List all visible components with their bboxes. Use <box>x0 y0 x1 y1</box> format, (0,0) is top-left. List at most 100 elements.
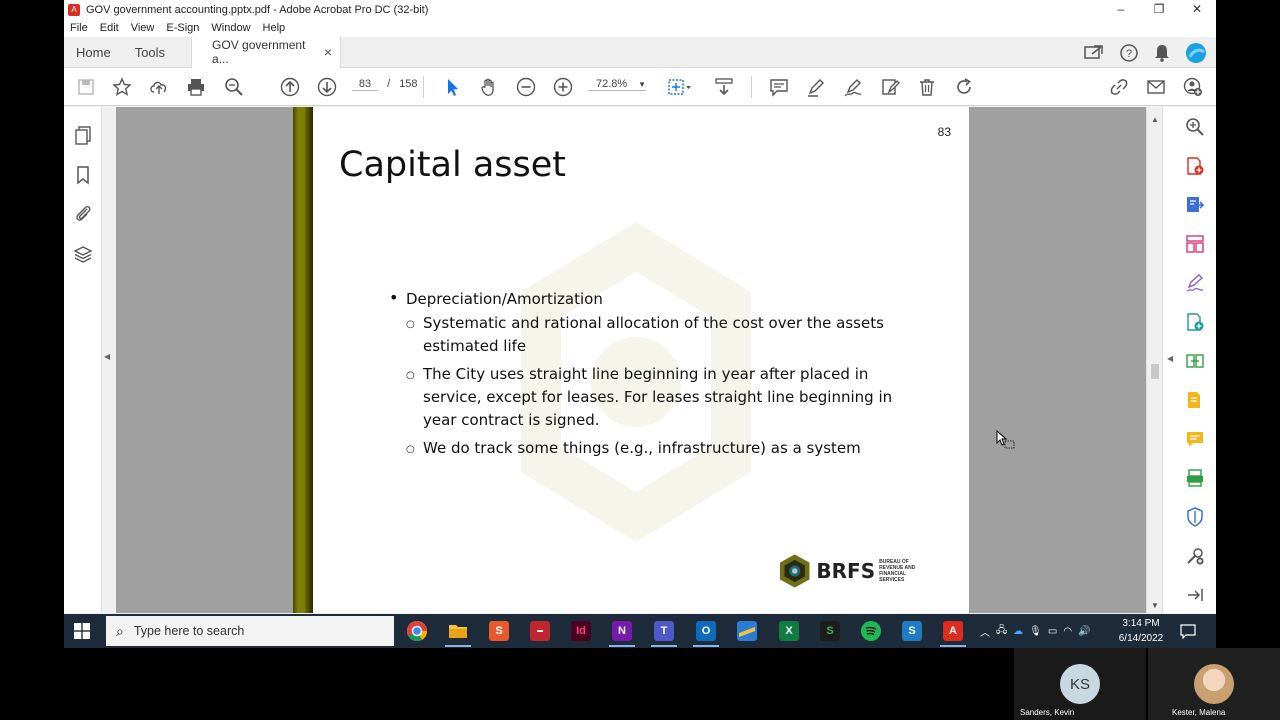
menu-file[interactable]: File <box>64 22 94 34</box>
tab-row-actions: ? <box>1084 37 1206 68</box>
zoom-search-icon[interactable] <box>224 77 244 97</box>
comment-icon[interactable] <box>769 77 789 97</box>
taskbar-clock[interactable]: 3:14 PM 6/14/2022 <box>1116 616 1166 646</box>
snagit-app-icon[interactable]: S <box>489 621 509 641</box>
edit-pdf-icon[interactable] <box>1185 312 1205 332</box>
share-screen-icon[interactable] <box>1084 44 1104 62</box>
bookmark-star-icon[interactable] <box>112 77 132 97</box>
total-pages: 158 <box>399 78 418 90</box>
wifi-icon[interactable]: ◠ <box>1063 626 1072 637</box>
skype-app-icon[interactable]: S <box>902 621 922 641</box>
active-app-indicator <box>651 645 677 647</box>
menu-esign[interactable]: E-Sign <box>160 22 205 34</box>
scroll-up-icon[interactable]: ▲ <box>1151 115 1159 124</box>
indesign-app-icon[interactable]: Id <box>571 621 591 641</box>
collapse-left-pane-icon[interactable]: ◀ <box>104 352 110 361</box>
tab-document[interactable]: GOV government a... × <box>191 36 342 68</box>
attachments-paperclip-icon[interactable] <box>73 203 93 223</box>
draw-sign-icon[interactable] <box>843 77 863 97</box>
page-thumbnails-icon[interactable] <box>73 125 93 145</box>
chrome-app-icon[interactable] <box>407 621 427 641</box>
excel-app-icon[interactable]: X <box>779 621 799 641</box>
acrobat-taskbar-icon[interactable]: A <box>943 621 963 641</box>
active-app-indicator <box>940 645 966 647</box>
zoom-in-icon[interactable] <box>553 77 573 97</box>
scroll-mode-icon[interactable] <box>714 77 734 97</box>
action-center-icon[interactable] <box>1180 623 1196 640</box>
add-user-icon[interactable] <box>1183 77 1203 97</box>
menu-view[interactable]: View <box>125 22 161 34</box>
spotify-app-icon[interactable] <box>861 621 881 641</box>
search-zoom-icon[interactable] <box>1185 117 1205 137</box>
tab-tools[interactable]: Tools <box>123 37 177 68</box>
more-tools-icon[interactable] <box>1185 546 1205 566</box>
participant-tile[interactable]: Kester, Malena <box>1148 648 1280 720</box>
window-controls: – ❐ ✕ <box>1102 0 1216 19</box>
tray-network-drive-icon[interactable]: 🖧 <box>996 623 1007 640</box>
current-page-input[interactable]: 83 <box>352 78 378 91</box>
organize-pages-icon[interactable] <box>1185 234 1205 254</box>
create-pdf-icon[interactable] <box>1185 156 1205 176</box>
onenote-app-icon[interactable]: N <box>612 621 632 641</box>
fit-page-icon[interactable] <box>667 77 691 97</box>
delete-trash-icon[interactable] <box>917 77 937 97</box>
close-tab-icon[interactable]: × <box>324 44 332 60</box>
volume-icon[interactable]: 🔊 <box>1078 626 1090 637</box>
protect-shield-icon[interactable] <box>1185 507 1205 527</box>
account-avatar-icon[interactable] <box>1186 42 1206 63</box>
fill-sign-icon[interactable] <box>1185 273 1205 293</box>
expand-pane-icon[interactable] <box>1185 585 1205 605</box>
export-pdf-icon[interactable] <box>1185 195 1205 215</box>
adobe-reader-app-icon[interactable]: ▬ <box>530 621 550 641</box>
protect-pdf-icon[interactable] <box>1185 390 1205 410</box>
scrollbar-thumb[interactable] <box>1151 364 1159 379</box>
slide-title: Capital asset <box>339 145 567 185</box>
microphone-icon[interactable]: 🎙 <box>1029 626 1042 637</box>
teams-app-icon[interactable]: T <box>654 621 674 641</box>
participant-tile[interactable]: KS Sanders, Kevin <box>1014 648 1146 720</box>
tableau-app-icon[interactable] <box>737 621 757 641</box>
email-icon[interactable] <box>1146 77 1166 97</box>
link-edit-icon[interactable] <box>1109 77 1129 97</box>
sage-app-icon[interactable]: S <box>820 621 840 641</box>
battery-icon[interactable]: ▭ <box>1048 626 1057 637</box>
windows-start-icon[interactable] <box>74 623 90 639</box>
next-page-icon[interactable] <box>317 77 337 97</box>
outlook-app-icon[interactable]: O <box>696 621 716 641</box>
minimize-button[interactable]: – <box>1102 0 1140 19</box>
vertical-scrollbar[interactable]: ▲ ▼ <box>1146 107 1162 613</box>
active-app-indicator <box>693 645 719 647</box>
edit-sign-icon[interactable] <box>880 77 900 97</box>
zoom-level-select[interactable]: 72.8% ▼ <box>588 78 646 91</box>
rotate-icon[interactable] <box>954 77 974 97</box>
menu-edit[interactable]: Edit <box>94 22 125 34</box>
scan-ocr-icon[interactable] <box>1185 468 1205 488</box>
onedrive-cloud-icon[interactable]: ☁ <box>1013 626 1023 637</box>
zoom-out-icon[interactable] <box>516 77 536 97</box>
upload-cloud-icon[interactable] <box>149 77 169 97</box>
print-icon[interactable] <box>186 77 206 97</box>
taskbar-search-input[interactable]: ⌕ Type here to search <box>106 616 394 646</box>
save-icon[interactable] <box>76 77 96 97</box>
layers-icon[interactable] <box>73 244 93 264</box>
notification-bell-icon[interactable] <box>1154 44 1170 62</box>
restore-button[interactable]: ❐ <box>1140 0 1178 19</box>
bookmarks-icon[interactable] <box>73 165 93 185</box>
combine-files-icon[interactable] <box>1185 351 1205 371</box>
previous-page-icon[interactable] <box>280 77 300 97</box>
tray-chevron-up-icon[interactable]: ︿ <box>980 624 990 639</box>
document-viewport[interactable]: 83 Capital asset Depreciation/Amortizati… <box>116 107 1146 613</box>
menu-help[interactable]: Help <box>257 22 292 34</box>
window-title: GOV government accounting.pptx.pdf - Ado… <box>86 3 429 16</box>
comment-tool-icon[interactable] <box>1185 429 1205 449</box>
hand-tool-icon[interactable] <box>479 77 499 97</box>
file-explorer-icon[interactable] <box>448 621 468 641</box>
scroll-down-icon[interactable]: ▼ <box>1151 601 1159 610</box>
select-cursor-icon[interactable] <box>442 77 462 97</box>
tab-home[interactable]: Home <box>64 37 123 68</box>
highlight-pen-icon[interactable] <box>806 77 826 97</box>
close-window-button[interactable]: ✕ <box>1178 0 1216 19</box>
collapse-right-pane-icon[interactable]: ◀ <box>1167 354 1173 363</box>
menu-window[interactable]: Window <box>205 22 256 34</box>
help-icon[interactable]: ? <box>1120 43 1138 62</box>
